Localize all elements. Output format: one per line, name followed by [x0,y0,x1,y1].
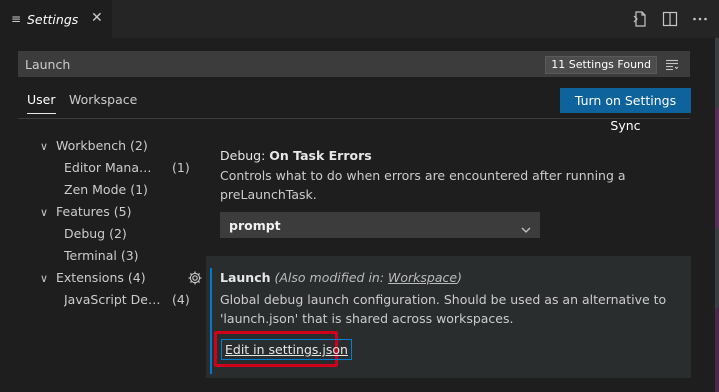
filter-icon[interactable] [665,57,679,71]
search-value: Launch [25,57,71,72]
toc-item-zen-mode[interactable]: Zen Mode (1) [64,182,148,202]
setting-description: Global debug launch configuration. Shoul… [220,290,680,328]
toc-count: (4) [172,292,190,307]
setting-category: Debug: [220,148,270,163]
settings-search-input[interactable]: Launch 11 Settings Found [18,51,690,77]
modified-in-label: (Also modified in: [274,270,389,285]
on-task-errors-select[interactable]: prompt [220,212,540,238]
window-edge [715,38,719,392]
toc-item-terminal[interactable]: Terminal (3) [64,248,139,268]
toc-label: Debug [64,226,106,241]
workspace-link[interactable]: Workspace [388,270,457,285]
settings-tab[interactable]: ≡ Settings ✕ [0,0,112,38]
toc-item-workbench[interactable]: ∨ Workbench (2) [40,138,148,158]
select-value: prompt [229,218,281,233]
editor-tab-bar: ≡ Settings ✕ [0,0,719,38]
setting-title: Debug: On Task Errors [220,148,626,163]
toc-item-features[interactable]: ∨ Features (5) [40,204,131,224]
split-editor-icon[interactable] [661,10,679,28]
setting-debug-on-task-errors: Debug: On Task Errors Controls what to d… [220,148,626,204]
toc-count: (3) [120,248,139,263]
chevron-down-icon [521,220,531,233]
toc-label: Extensions [56,270,124,285]
tab-user[interactable]: User [27,92,56,114]
gear-icon[interactable] [187,270,203,286]
background-window-sliver [715,108,719,228]
close-icon[interactable]: ✕ [91,10,103,26]
toc-label: Terminal [64,248,117,263]
setting-name: On Task Errors [269,148,372,163]
open-settings-json-icon[interactable] [631,10,649,28]
toc-label: JavaScript Debu... [64,292,166,307]
setting-description: Controls what to do when errors are enco… [220,168,626,183]
toc-item-extensions[interactable]: ∨ Extensions (4) [40,270,146,290]
toc-label: Zen Mode [64,182,127,197]
toc-item-javascript-debugger[interactable]: JavaScript Debu... (4) [64,292,204,312]
modified-in-suffix: ) [457,270,462,285]
toc-label: Workbench [56,138,126,153]
setting-name: Launch [220,270,271,285]
focus-indicator [210,268,212,374]
chevron-down-icon: ∨ [40,206,49,219]
toc-count: (1) [130,182,148,197]
toc-item-debug[interactable]: Debug (2) [64,226,127,246]
toc-count: (5) [113,204,132,219]
toc-count: (1) [172,160,190,175]
toc-count: (4) [127,270,146,285]
toc-label: Features [56,204,110,219]
settings-count-badge: 11 Settings Found [545,56,657,74]
chevron-down-icon: ∨ [40,272,49,285]
toc-item-editor-management[interactable]: Editor Manage... (1) [64,160,204,180]
toc-count: (2) [109,226,127,241]
turn-on-settings-sync-button[interactable]: Turn on Settings Sync [560,88,691,133]
more-actions-icon[interactable] [691,10,709,28]
background-window-sliver [715,308,719,392]
setting-launch: Launch (Also modified in: Workspace) Glo… [206,256,691,378]
setting-description: preLaunchTask. [220,187,317,202]
highlight-box: Edit in settings.json [214,331,352,367]
edit-in-settings-json-link[interactable]: Edit in settings.json [221,339,352,360]
tab-workspace[interactable]: Workspace [69,92,137,113]
toc-label: Editor Manage... [64,160,159,175]
toc-count: (2) [129,138,148,153]
setting-description-line: 'launch.json' that is shared across work… [220,311,514,326]
chevron-down-icon: ∨ [40,140,49,153]
setting-title: Launch (Also modified in: Workspace) [220,270,462,285]
tab-title: Settings [27,12,79,27]
settings-file-icon: ≡ [11,12,22,26]
setting-description-line: Global debug launch configuration. Shoul… [220,292,667,307]
divider [18,118,690,119]
